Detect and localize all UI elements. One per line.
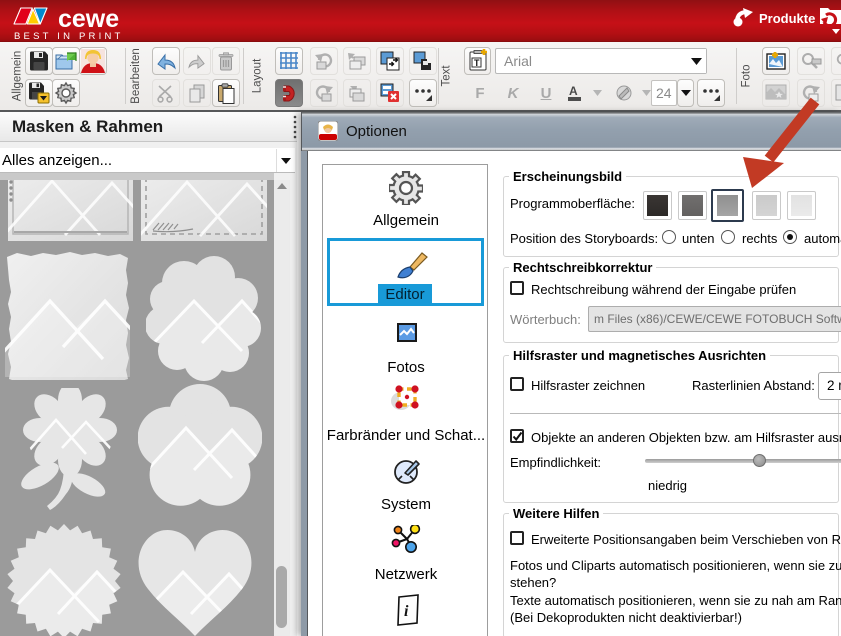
svg-text:i: i	[404, 603, 409, 620]
svg-text:T: T	[474, 58, 480, 68]
svg-text:A: A	[569, 84, 578, 98]
svg-text:BEST IN PRINT: BEST IN PRINT	[14, 31, 124, 41]
svg-text:cewe: cewe	[58, 5, 119, 33]
